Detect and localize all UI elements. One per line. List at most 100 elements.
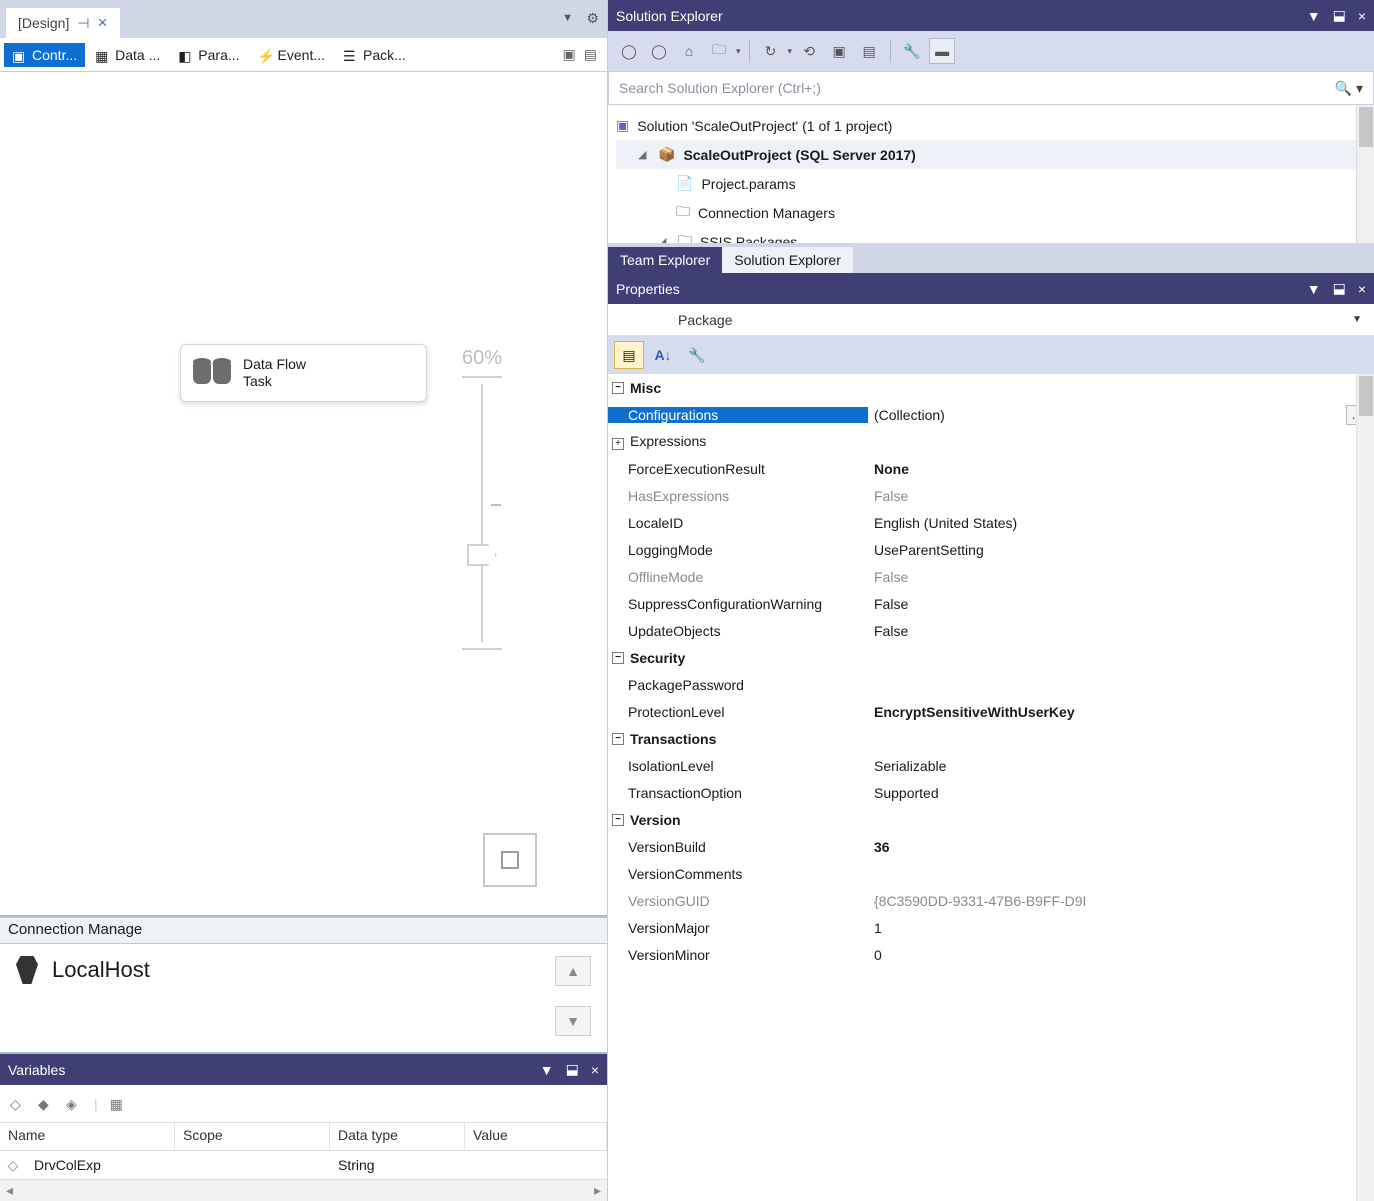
move-variable-icon[interactable]: ◈: [66, 1096, 82, 1112]
back-button[interactable]: ◯: [616, 38, 642, 64]
cell-name[interactable]: DrvColExp: [26, 1153, 175, 1177]
se-bottom-tabs: Team Explorer Solution Explorer: [608, 243, 1374, 273]
refresh-icon[interactable]: ⟲: [796, 38, 822, 64]
designer-canvas[interactable]: → Data Flow Task 60%: [0, 72, 607, 917]
dropdown-icon[interactable]: ▼: [1352, 314, 1362, 325]
categorized-button[interactable]: ▤: [614, 341, 644, 369]
dropdown-icon[interactable]: ▼: [1307, 8, 1321, 24]
connection-item[interactable]: LocalHost: [16, 956, 150, 984]
collapse-icon[interactable]: ▣: [826, 38, 852, 64]
prop-version-build[interactable]: VersionBuild36: [608, 833, 1374, 860]
horizontal-scrollbar[interactable]: ◂▸: [0, 1179, 607, 1201]
prop-version-guid[interactable]: VersionGUID{8C3590DD-9331-47B6-B9FF-D9I: [608, 887, 1374, 914]
search-icon[interactable]: 🔍 ▾: [1335, 80, 1363, 97]
prop-update-objects[interactable]: UpdateObjectsFalse: [608, 617, 1374, 644]
collapse-icon[interactable]: ◢: [638, 148, 650, 161]
dropdown-icon[interactable]: ▼: [1307, 281, 1321, 297]
preview-icon[interactable]: ▬: [929, 38, 955, 64]
close-icon[interactable]: ×: [591, 1062, 599, 1078]
pin-icon[interactable]: ⬓: [1333, 280, 1346, 297]
close-icon[interactable]: ×: [98, 13, 108, 33]
properties-object-selector[interactable]: Package ▼: [608, 304, 1374, 336]
show-all-icon[interactable]: ▤: [856, 38, 882, 64]
cell-value[interactable]: [465, 1161, 607, 1169]
properties-icon[interactable]: 🔧: [899, 38, 925, 64]
col-scope[interactable]: Scope: [175, 1123, 330, 1150]
prop-version-comments[interactable]: VersionComments: [608, 860, 1374, 887]
tab-control-flow[interactable]: ▣Contr...: [4, 43, 85, 67]
conn-managers-node[interactable]: 🗀Connection Managers: [616, 198, 1370, 227]
zoom-percent: 60%: [462, 347, 502, 370]
sync-icon[interactable]: 🗀: [706, 38, 732, 64]
tab-parameters[interactable]: ◧Para...: [170, 43, 247, 67]
scrollbar-thumb[interactable]: [1359, 376, 1373, 416]
gear-icon[interactable]: ⚙: [586, 10, 599, 27]
table-row[interactable]: ◇ DrvColExp String: [0, 1151, 607, 1179]
dropdown-icon[interactable]: ▼: [540, 1062, 554, 1078]
prop-suppress-config-warning[interactable]: SuppressConfigurationWarningFalse: [608, 590, 1374, 617]
tab-data-flow[interactable]: ▦Data ...: [87, 43, 168, 67]
tab-team-explorer[interactable]: Team Explorer: [608, 247, 722, 273]
add-variable-icon[interactable]: ◇: [10, 1096, 26, 1112]
delete-variable-icon[interactable]: ◆: [38, 1096, 54, 1112]
project-node[interactable]: ◢📦ScaleOutProject (SQL Server 2017): [616, 140, 1370, 169]
prop-transaction-option[interactable]: TransactionOptionSupported: [608, 779, 1374, 806]
se-search[interactable]: Search Solution Explorer (Ctrl+;) 🔍 ▾: [608, 71, 1374, 105]
forward-button[interactable]: ◯: [646, 38, 672, 64]
category-misc[interactable]: −Misc: [608, 374, 1374, 401]
category-transactions[interactable]: −Transactions: [608, 725, 1374, 752]
tab-solution-explorer[interactable]: Solution Explorer: [722, 247, 853, 273]
prop-package-password[interactable]: PackagePassword: [608, 671, 1374, 698]
params-node[interactable]: 📄Project.params: [616, 169, 1370, 198]
tab-dropdown-icon[interactable]: ▼: [562, 12, 573, 24]
category-version[interactable]: −Version: [608, 806, 1374, 833]
prop-offline-mode[interactable]: OfflineModeFalse: [608, 563, 1374, 590]
properties-toolbar: ▤ A↓ 🔧: [608, 336, 1374, 374]
history-icon[interactable]: ↻: [758, 38, 784, 64]
prop-locale-id[interactable]: LocaleIDEnglish (United States): [608, 509, 1374, 536]
col-name[interactable]: Name: [0, 1123, 175, 1150]
prop-has-expressions[interactable]: HasExpressionsFalse: [608, 482, 1374, 509]
data-flow-task[interactable]: → Data Flow Task: [180, 344, 427, 402]
pin-icon[interactable]: ⬓: [1333, 7, 1346, 24]
pin-icon[interactable]: ⬓: [566, 1061, 579, 1078]
tab-package-explorer[interactable]: ☰Pack...: [335, 43, 414, 67]
scroll-down-button[interactable]: ▼: [555, 1006, 591, 1036]
category-security[interactable]: −Security: [608, 644, 1374, 671]
prop-logging-mode[interactable]: LoggingModeUseParentSetting: [608, 536, 1374, 563]
close-icon[interactable]: ×: [1358, 8, 1366, 24]
scrollbar-thumb[interactable]: [1359, 107, 1373, 147]
grid-options-icon[interactable]: ▦: [110, 1096, 126, 1112]
pin-icon[interactable]: ⊣: [77, 15, 89, 32]
packages-node[interactable]: ◢🗀SSIS Packages: [616, 227, 1370, 243]
property-pages-icon[interactable]: 🔧: [682, 341, 712, 369]
fit-to-screen-button[interactable]: [483, 833, 537, 887]
cell-scope[interactable]: [175, 1161, 330, 1169]
cube-icon[interactable]: ▣: [563, 46, 576, 63]
expand-icon[interactable]: ▤: [584, 46, 597, 63]
prop-version-minor[interactable]: VersionMinor0: [608, 941, 1374, 968]
server-icon: [16, 956, 38, 984]
close-icon[interactable]: ×: [1358, 281, 1366, 297]
prop-force-execution-result[interactable]: ForceExecutionResultNone: [608, 455, 1374, 482]
scroll-up-button[interactable]: ▲: [555, 956, 591, 986]
design-tab[interactable]: [Design] ⊣ ×: [6, 8, 120, 38]
tab-event-handlers[interactable]: ⚡Event...: [250, 43, 333, 67]
scrollbar[interactable]: [1356, 374, 1374, 1201]
prop-expressions[interactable]: +Expressions: [608, 428, 1374, 455]
prop-configurations[interactable]: Configurations(Collection)...: [608, 401, 1374, 428]
alphabetical-button[interactable]: A↓: [648, 341, 678, 369]
prop-isolation-level[interactable]: IsolationLevelSerializable: [608, 752, 1374, 779]
col-value[interactable]: Value: [465, 1123, 607, 1150]
col-type[interactable]: Data type: [330, 1123, 465, 1150]
collapse-icon[interactable]: ◢: [658, 235, 670, 243]
solution-node[interactable]: ▣Solution 'ScaleOutProject' (1 of 1 proj…: [616, 111, 1370, 140]
cell-type[interactable]: String: [330, 1153, 465, 1177]
scrollbar[interactable]: [1356, 105, 1374, 243]
variables-table: Name Scope Data type Value ◇ DrvColExp S…: [0, 1123, 607, 1179]
zoom-slider[interactable]: 60%: [447, 347, 517, 650]
prop-protection-level[interactable]: ProtectionLevelEncryptSensitiveWithUserK…: [608, 698, 1374, 725]
prop-version-major[interactable]: VersionMajor1: [608, 914, 1374, 941]
zoom-thumb[interactable]: [467, 544, 497, 566]
home-icon[interactable]: ⌂: [676, 38, 702, 64]
